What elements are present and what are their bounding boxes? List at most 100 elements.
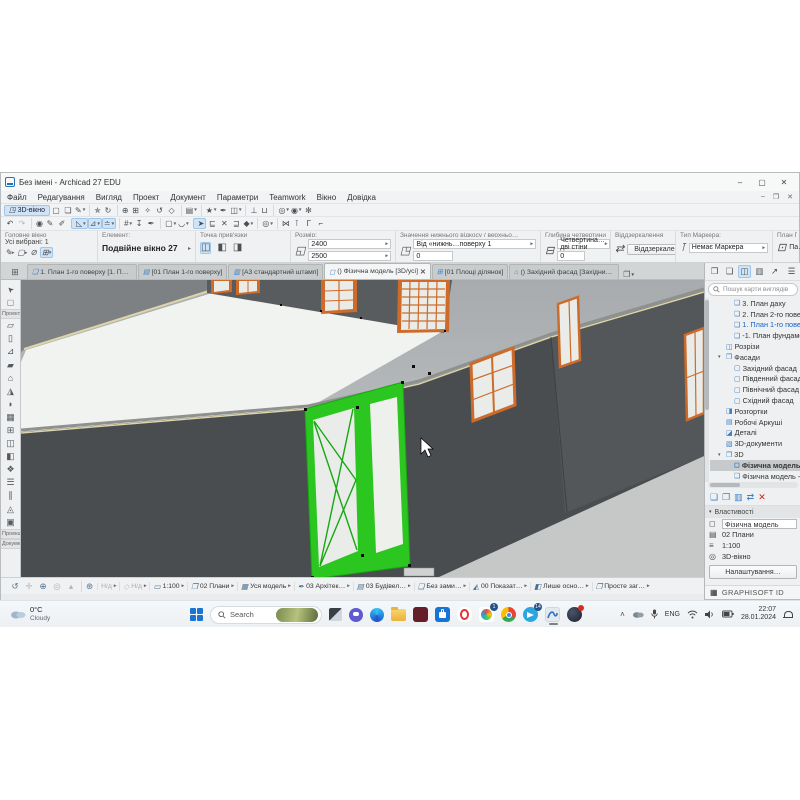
railing-tool[interactable]: ∥ (1, 489, 20, 502)
tree-item[interactable]: ❏ 1. План 1-го повер… (710, 320, 800, 331)
zoom-value[interactable]: Н/д ▸ (97, 583, 119, 590)
tree-item[interactable]: ▢ Північний фасад (710, 384, 800, 395)
zone-tool[interactable]: ▣ (1, 516, 20, 529)
grid-snap-icon[interactable]: #▾ (119, 218, 133, 229)
chat-button[interactable] (349, 608, 363, 622)
properties-header[interactable]: ▾ Властивості (705, 506, 800, 518)
pick-up-parameters-icon[interactable]: ◉ (31, 218, 44, 229)
settings-button[interactable]: Налаштування… (709, 565, 797, 579)
battery-icon[interactable] (722, 610, 734, 618)
start-button[interactable] (190, 608, 203, 621)
task-view-button[interactable] (329, 608, 342, 621)
zoom-quick-icon[interactable]: ⊕ (37, 581, 49, 592)
undo-icon[interactable]: ↶ (4, 218, 16, 229)
look-to-icon[interactable]: ◇ (166, 205, 178, 216)
rotate-view-icon[interactable]: ↺ (154, 205, 166, 216)
selected-double-window[interactable] (305, 382, 410, 577)
tree-item[interactable]: ▢ Західний фасад (710, 363, 800, 374)
close-button[interactable]: ✕ (773, 174, 795, 190)
dimension-style-value[interactable]: ❏ Без зами… ▸ (414, 582, 470, 591)
layer-combination-value[interactable]: ▤ 03 Будівел… ▸ (353, 582, 414, 591)
snap-guides-icon[interactable]: ⊿▾ (88, 218, 102, 229)
sphere-app-icon[interactable] (567, 607, 582, 622)
tab-3d-model[interactable]: ◻ () Фізична модель [3D/усі] ✕ (324, 263, 430, 279)
height-field[interactable]: 2500▸ (308, 251, 391, 261)
camera-icon[interactable]: ◎▾ (273, 205, 290, 216)
minimize-button[interactable]: – (729, 174, 751, 190)
maximize-button[interactable]: ▢ (751, 174, 773, 190)
render-icon[interactable]: ◉▾ (290, 205, 303, 216)
documentation-section-label[interactable]: Проекці (1, 529, 20, 539)
graphisoft-id-bar[interactable]: ▦ GRAPHISOFT ID (705, 585, 800, 599)
view-name-field[interactable]: Фізична модель (722, 519, 797, 529)
tree-item[interactable]: ❏ 2. План 2-го повер… (710, 309, 800, 320)
anchor-core-icon[interactable]: ◨ (233, 243, 242, 253)
partial-structure-value[interactable]: ◧ Лише осно… ▸ (530, 582, 592, 591)
tree-horizontal-scrollbar[interactable] (708, 482, 798, 488)
mirror-button[interactable]: Віддзеркалення (627, 244, 676, 255)
save-current-view-icon[interactable]: ❏ (710, 492, 718, 503)
pan-quick-icon[interactable]: ✛ (23, 581, 35, 592)
sill-value-field[interactable]: 0 (413, 251, 453, 261)
walk-mode-icon[interactable]: ✯ (89, 205, 102, 216)
tree-item[interactable]: ❏ 3. План даху (710, 298, 800, 309)
split-icon[interactable]: ⋈ (277, 218, 291, 229)
tab-list-icon[interactable]: ❐ ▾ (623, 270, 634, 279)
expand-chevron-icon[interactable]: ▾ (718, 452, 724, 458)
revolve-icon[interactable]: ◎▾ (257, 218, 274, 229)
chrome-icon[interactable] (501, 607, 516, 622)
tree-item[interactable]: ▧ 3D-документи (710, 438, 800, 449)
file-explorer-icon[interactable] (391, 609, 406, 621)
detail-marker-icon[interactable]: ⊔ (258, 205, 270, 216)
publisher-icon[interactable]: ↗ (768, 265, 781, 278)
default-settings-icon[interactable]: ▢▸ (17, 248, 27, 257)
tree-item[interactable]: ▾ ❐ Фасади (710, 352, 800, 363)
orientation-value[interactable]: ◇ Н/д ▸ (119, 582, 149, 591)
edge-icon[interactable] (370, 608, 384, 622)
view-map-search[interactable]: Пошук карти виглядів (708, 283, 798, 296)
tab-plan-folder[interactable]: ❏ 1. План 1-го поверху [1. План … (27, 264, 137, 279)
structure-display-value[interactable]: ▦ Уся модель ▸ (237, 582, 294, 591)
menu-item[interactable]: Вигляд (96, 193, 122, 202)
door-tool[interactable]: ◫ (1, 437, 20, 450)
fit-view-icon[interactable]: ⊛ (81, 581, 93, 592)
roof-tool[interactable]: ⌂ (1, 372, 20, 385)
column-tool[interactable]: ▯ (1, 332, 20, 345)
stories-value[interactable]: ❐ 02 Плани ▸ (187, 582, 237, 591)
doc-minimize-button[interactable]: – (761, 193, 765, 201)
pen-set-value[interactable]: ✒ 03 Архітек… ▸ (294, 582, 353, 591)
marquee-icon[interactable]: ▢ (50, 205, 62, 216)
adjust-icon[interactable]: ⊺ (291, 218, 303, 229)
zoom-extent-icon[interactable]: ⊕ (117, 205, 130, 216)
tab-west-elevation[interactable]: ⌂ () Західний фасад [Західний ф… (509, 264, 619, 279)
stretch-icon[interactable]: ⊒ (230, 218, 242, 229)
look-quick-icon[interactable]: ◎ (51, 581, 63, 592)
resize-icon[interactable]: ⌐ (315, 218, 327, 229)
photos-icon[interactable]: 1 (479, 607, 494, 622)
3d-window-button[interactable]: ◳ 3D-вікно (4, 205, 50, 216)
snap-points-icon[interactable]: ≐▾ (102, 218, 116, 229)
scale-value[interactable]: ▭ 1:100 ▸ (149, 582, 187, 591)
preview-icon[interactable]: ⊞▾ (40, 247, 53, 258)
layout-book-icon[interactable]: ▥ (753, 265, 766, 278)
taskbar-clock[interactable]: 22:07 28.01.2024 (741, 606, 776, 623)
section-marker-icon[interactable]: ⊥ (245, 205, 258, 216)
walk-quick-icon[interactable]: ▴ (65, 581, 77, 592)
tree-item[interactable]: ◫ Розрізи (710, 341, 800, 352)
tray-expand-icon[interactable]: ˄ (620, 610, 625, 619)
guide-lines-icon[interactable]: ◺▾ (71, 218, 88, 229)
layers-icon[interactable]: ▤▾ (181, 205, 198, 216)
move-icon[interactable]: ➤ (193, 218, 207, 229)
multiply-icon[interactable]: ✕ (218, 218, 230, 229)
tree-item[interactable]: ❏ -1. План фундамен… (710, 330, 800, 341)
mesh-tool[interactable]: ◮ (1, 385, 20, 398)
reveal-value-field[interactable]: 0 (557, 251, 585, 261)
anchor-sill-icon[interactable]: ◫ (200, 242, 211, 254)
model-view-value[interactable]: ◭ 00 Показат… ▸ (469, 582, 530, 591)
tree-item[interactable]: ◪ Деталі (710, 428, 800, 439)
3d-viewport[interactable] (21, 280, 704, 577)
tree-scrollbar[interactable] (705, 298, 709, 482)
tree-item[interactable]: ▾ ❐ 3D (710, 449, 800, 460)
reveal-dropdown[interactable]: Четвертина…дві стіни▸ (557, 239, 610, 249)
menu-item[interactable]: Вікно (317, 193, 336, 202)
